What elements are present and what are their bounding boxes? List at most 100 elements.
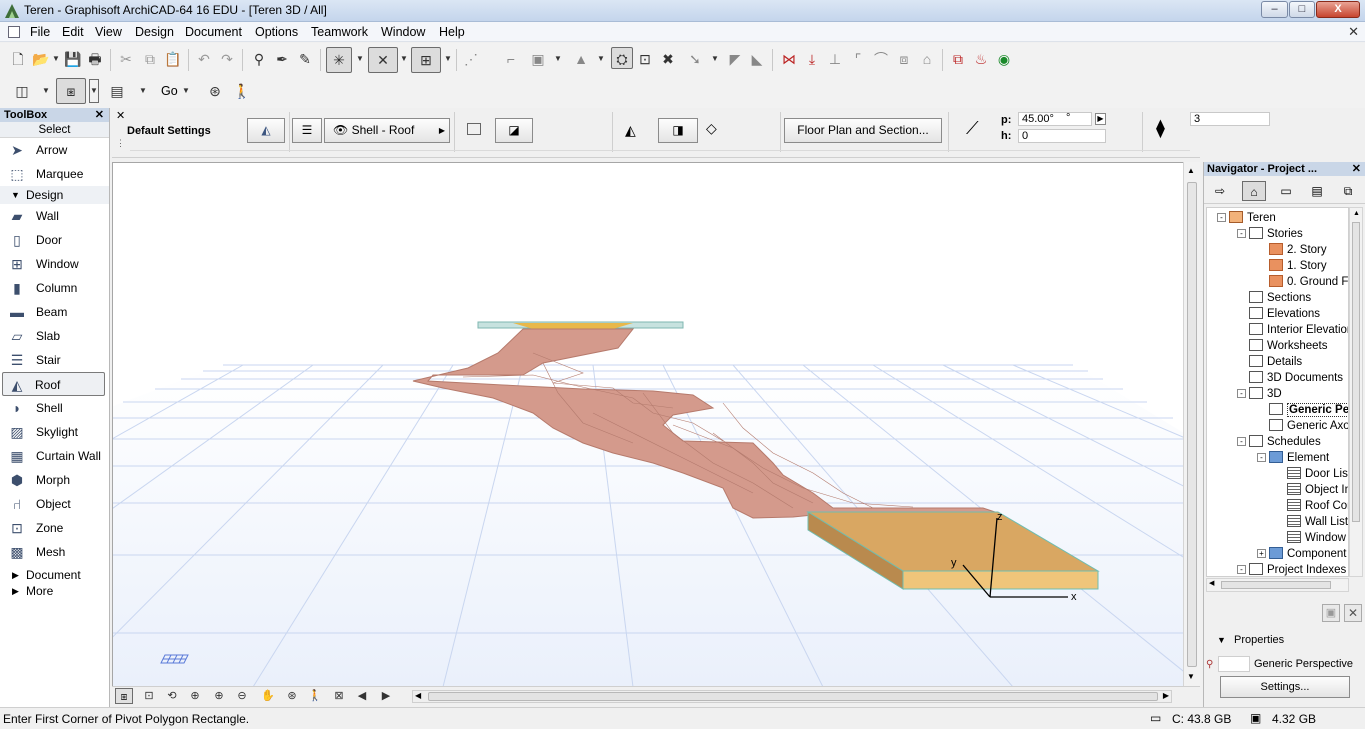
suspend-groups-icon[interactable]: ⛭ bbox=[611, 47, 633, 69]
tree-item[interactable]: - Project Indexes bbox=[1237, 562, 1346, 576]
collapse-icon[interactable]: - bbox=[1237, 389, 1246, 398]
coordinate-icon[interactable]: ⊞ bbox=[411, 47, 441, 73]
collapse-icon[interactable]: - bbox=[1237, 565, 1246, 574]
scroll-up-icon[interactable]: ▲ bbox=[1187, 166, 1195, 175]
tool-roof[interactable]: ◭ Roof bbox=[2, 372, 105, 396]
tree-item[interactable]: 3D Documents bbox=[1249, 370, 1343, 386]
syringe-icon[interactable]: ✎ bbox=[294, 48, 316, 70]
guide-lines-icon[interactable]: ✕ bbox=[368, 47, 398, 73]
pivot-line-icon[interactable] bbox=[467, 123, 481, 135]
tree-item[interactable]: + Component bbox=[1257, 546, 1346, 562]
pitch-arrow-icon[interactable]: ▶ bbox=[1095, 113, 1106, 125]
view-id-field[interactable] bbox=[1218, 656, 1250, 672]
menu-window[interactable]: Window bbox=[381, 25, 425, 39]
snap-grid-icon[interactable]: ✳ bbox=[326, 47, 352, 73]
group-dropdown-icon[interactable]: ▼ bbox=[553, 48, 563, 70]
3d-view-mode-icon[interactable]: ⧆ bbox=[115, 688, 133, 704]
go-label[interactable]: Go bbox=[161, 84, 178, 98]
show-selection-icon[interactable]: ⊡ bbox=[634, 48, 656, 70]
tree-item[interactable]: Worksheets bbox=[1249, 338, 1328, 354]
scroll-up-icon[interactable]: ▲ bbox=[1353, 210, 1360, 217]
grid-snap-icon[interactable]: ⋰ bbox=[460, 48, 482, 70]
level-count-field[interactable]: 3 bbox=[1190, 112, 1270, 126]
arc-icon[interactable]: ⌒ bbox=[870, 48, 892, 70]
redo-icon[interactable]: ↷ bbox=[216, 48, 238, 70]
edge-angle-icon[interactable]: ◭ bbox=[625, 122, 636, 139]
undo-icon[interactable]: ↶ bbox=[193, 48, 215, 70]
layout-icon[interactable]: ▤ bbox=[106, 80, 128, 102]
settings-button[interactable]: Settings... bbox=[1220, 676, 1350, 698]
roof-settings-button[interactable]: ◭ bbox=[247, 118, 285, 143]
scroll-right-icon[interactable]: ▶ bbox=[1163, 691, 1169, 700]
tree-item[interactable]: Generic Pe bbox=[1269, 402, 1348, 418]
tool-door[interactable]: ▯ Door bbox=[0, 228, 109, 252]
tool-curtain-wall[interactable]: ▦ Curtain Wall bbox=[0, 444, 109, 468]
menu-file[interactable]: File bbox=[30, 25, 50, 39]
navigator-mode-icon[interactable]: ⇨ bbox=[1206, 181, 1234, 201]
guide-lines-dropdown-icon[interactable]: ▼ bbox=[399, 48, 409, 70]
tree-vertical-scrollbar[interactable]: ▲ bbox=[1349, 207, 1363, 577]
tree-item[interactable]: - Element bbox=[1257, 450, 1329, 466]
pan-icon[interactable]: ✋ bbox=[259, 688, 277, 704]
tree-item[interactable]: - 3D bbox=[1237, 386, 1282, 402]
walk-icon[interactable]: 🚶 bbox=[231, 80, 253, 102]
layer-dropdown[interactable]: 👁 Shell - Roof ▶ bbox=[324, 118, 450, 143]
group-more[interactable]: ▶ More bbox=[0, 583, 109, 599]
viewport-horizontal-scrollbar[interactable]: ◀ ▶ bbox=[412, 690, 1172, 703]
print-icon[interactable]: 🖶 bbox=[84, 48, 106, 70]
orbit-icon[interactable]: ⟲ bbox=[163, 688, 181, 704]
contour-icon[interactable]: ◇ bbox=[706, 120, 717, 137]
toolbox-close-icon[interactable]: ✕ bbox=[95, 108, 104, 122]
plan-view-dropdown-icon[interactable]: ▼ bbox=[41, 80, 51, 102]
tool-object[interactable]: ⑁ Object bbox=[0, 492, 109, 516]
lock-icon[interactable]: ▲ bbox=[570, 48, 592, 70]
scroll-thumb[interactable] bbox=[428, 692, 1158, 701]
tree-item[interactable]: Wall List bbox=[1287, 514, 1348, 530]
elevate-icon[interactable]: ◤ bbox=[724, 48, 746, 70]
zoom-window-icon[interactable]: ⊡ bbox=[140, 688, 158, 704]
group-document[interactable]: ▶ Document bbox=[0, 567, 109, 583]
solid-operations-icon[interactable]: ⧉ bbox=[947, 48, 969, 70]
infobox-scrollbar[interactable] bbox=[130, 150, 1190, 156]
tree-item[interactable]: - Teren bbox=[1217, 210, 1276, 226]
view-map-tab-icon[interactable]: ▭ bbox=[1274, 181, 1298, 201]
pitch-field[interactable]: 45.00° bbox=[1018, 112, 1092, 126]
record-icon[interactable]: ◉ bbox=[993, 48, 1015, 70]
menu-design[interactable]: Design bbox=[135, 25, 174, 39]
tree-item[interactable]: Roof Con bbox=[1287, 498, 1348, 514]
height-field[interactable]: 0 bbox=[1018, 129, 1106, 143]
lock-dropdown-icon[interactable]: ▼ bbox=[596, 48, 606, 70]
3d-scene[interactable]: x y z bbox=[113, 163, 1186, 686]
tool-arrow[interactable]: ➤ Arrow bbox=[0, 138, 109, 162]
tree-horizontal-scrollbar[interactable]: ◀ bbox=[1206, 578, 1349, 592]
delete-view-icon[interactable]: ✕ bbox=[1344, 604, 1362, 622]
tree-item[interactable]: Window bbox=[1287, 530, 1346, 546]
layout-book-tab-icon[interactable]: ▤ bbox=[1305, 181, 1329, 201]
coordinate-dropdown-icon[interactable]: ▼ bbox=[443, 48, 453, 70]
publisher-sets-tab-icon[interactable]: ⧉ bbox=[1336, 181, 1360, 201]
scroll-thumb[interactable] bbox=[1221, 581, 1331, 589]
infobox-grip-icon[interactable]: ⋮ bbox=[116, 138, 125, 149]
new-file-icon[interactable]: 🗋 bbox=[7, 48, 29, 70]
tool-wall[interactable]: ▰ Wall bbox=[0, 204, 109, 228]
plan-view-icon[interactable]: ◫ bbox=[11, 80, 33, 102]
cut-icon[interactable]: ✂ bbox=[115, 48, 137, 70]
tool-zone[interactable]: ⊡ Zone bbox=[0, 516, 109, 540]
menu-view[interactable]: View bbox=[95, 25, 122, 39]
tree-item[interactable]: Details bbox=[1249, 354, 1302, 370]
zoom-in-icon[interactable]: ⊕ bbox=[210, 688, 228, 704]
menu-help[interactable]: Help bbox=[439, 25, 465, 39]
collapse-icon[interactable]: - bbox=[1237, 229, 1246, 238]
document-close-icon[interactable]: ✕ bbox=[1348, 24, 1359, 40]
menu-document[interactable]: Document bbox=[185, 25, 242, 39]
tool-morph[interactable]: ⬢ Morph bbox=[0, 468, 109, 492]
fire-icon[interactable]: ♨ bbox=[970, 48, 992, 70]
go-dropdown-icon[interactable]: ▼ bbox=[181, 80, 191, 102]
collapse-icon[interactable]: - bbox=[1217, 213, 1226, 222]
snap-grid-dropdown-icon[interactable]: ▼ bbox=[355, 48, 365, 70]
tool-column[interactable]: ▮ Column bbox=[0, 276, 109, 300]
infobox-close-icon[interactable]: ✕ bbox=[116, 109, 125, 122]
roof-trim-icon[interactable]: ⌂ bbox=[916, 48, 938, 70]
floor-plan-section-button[interactable]: Floor Plan and Section... bbox=[784, 118, 942, 143]
drag-dropdown-icon[interactable]: ▼ bbox=[710, 48, 720, 70]
